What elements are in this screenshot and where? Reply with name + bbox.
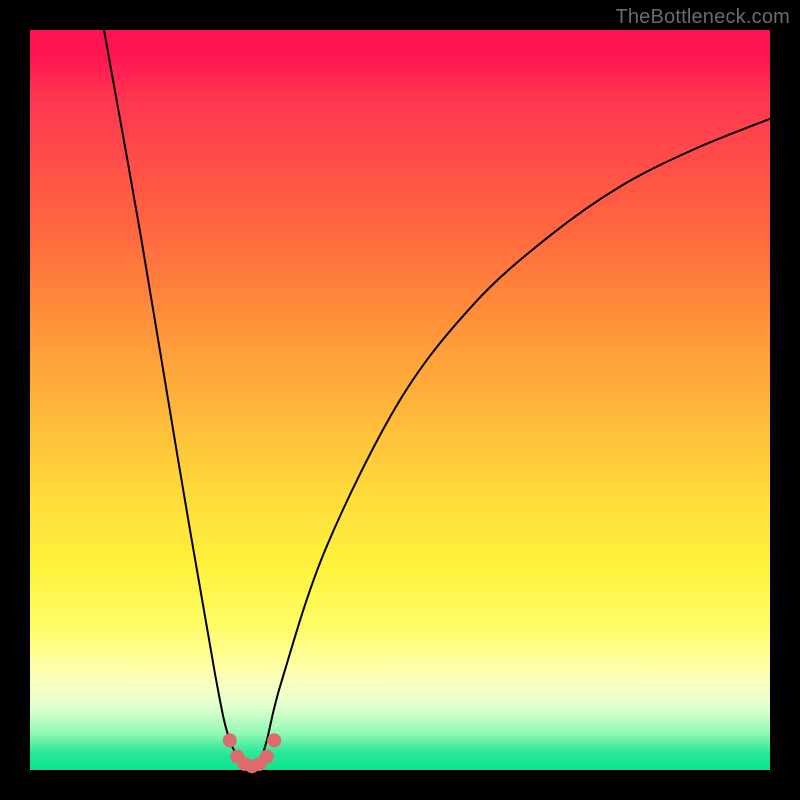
bottleneck-curve (104, 30, 770, 770)
watermark-text: TheBottleneck.com (615, 6, 790, 29)
bottom-cluster-markers (223, 733, 281, 773)
marker-dot (267, 733, 281, 747)
chart-frame (30, 30, 770, 770)
marker-dot (260, 750, 274, 764)
marker-dot (223, 733, 237, 747)
chart-svg (30, 30, 770, 770)
